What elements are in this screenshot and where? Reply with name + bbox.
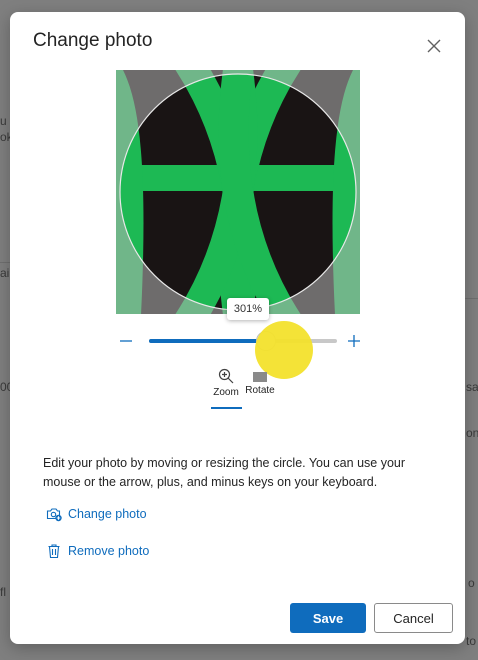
dialog-title: Change photo (33, 30, 153, 51)
background-text: ai (0, 266, 10, 280)
background-text: fl (0, 585, 6, 599)
background-text: on (466, 426, 478, 440)
plus-icon (348, 335, 360, 347)
trash-icon (48, 544, 60, 559)
change-photo-label: Change photo (68, 507, 147, 521)
remove-photo-label: Remove photo (68, 544, 150, 558)
tab-rotate[interactable]: Rotate (240, 368, 280, 408)
tab-zoom-label: Zoom (213, 387, 239, 398)
cancel-button[interactable]: Cancel (374, 603, 453, 633)
zoom-slider-fill (149, 339, 266, 343)
background-text: sa (466, 380, 478, 394)
zoom-out-button[interactable] (115, 330, 137, 352)
zoom-in-icon (218, 368, 234, 384)
change-photo-link[interactable]: Change photo (46, 506, 147, 522)
zoom-in-button[interactable] (343, 330, 365, 352)
save-button[interactable]: Save (290, 603, 366, 633)
background-divider (0, 262, 10, 263)
instructions-text: Edit your photo by moving or resizing th… (43, 456, 406, 489)
background-divider (465, 298, 478, 299)
minus-icon (120, 340, 132, 342)
photo-crop-area[interactable] (116, 70, 360, 314)
tab-selected-indicator (211, 407, 242, 409)
remove-photo-link[interactable]: Remove photo (46, 543, 149, 559)
tab-rotate-label: Rotate (245, 385, 275, 396)
photo-preview (116, 70, 360, 314)
zoom-value-tooltip: 301% (227, 298, 269, 320)
background-text: o (468, 576, 475, 590)
close-button[interactable] (420, 32, 448, 60)
background-text: u (0, 114, 7, 128)
change-photo-dialog: Change photo 301% Zoom Rotate Edit your … (10, 12, 465, 644)
close-icon (427, 39, 441, 53)
camera-add-icon (46, 508, 62, 522)
background-text: to (466, 634, 477, 648)
zoom-slider-row (115, 330, 365, 352)
rotate-icon (253, 372, 267, 382)
